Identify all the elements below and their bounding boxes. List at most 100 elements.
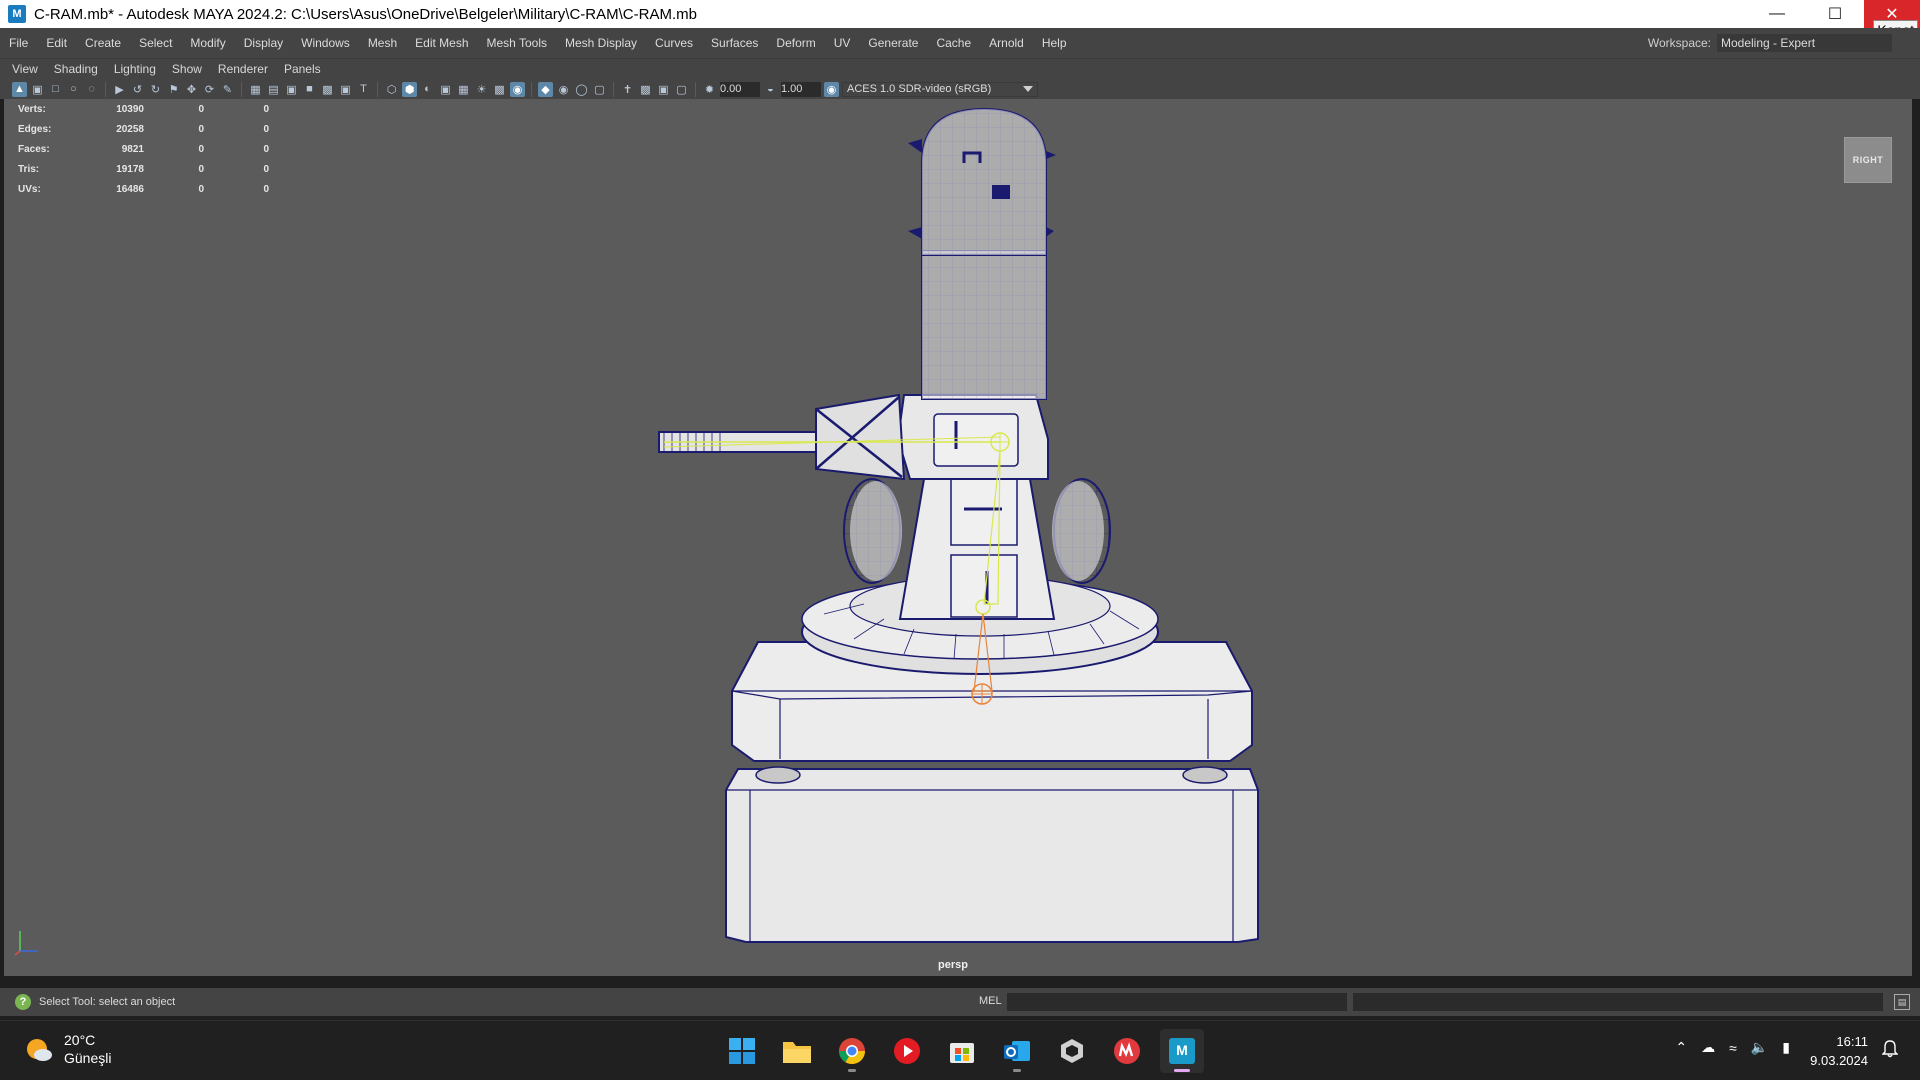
menu-select[interactable]: Select [130,36,181,50]
rotate-tool-icon[interactable]: ⟳ [202,82,217,97]
minimize-button[interactable]: — [1748,0,1806,28]
depth-of-field-icon[interactable]: ▣ [656,82,671,97]
grease-pencil-icon[interactable]: ▶ [112,82,127,97]
shadows-icon[interactable]: ▩ [492,82,507,97]
panel-menu-show[interactable]: Show [164,62,210,76]
multisample-icon[interactable]: ▩ [638,82,653,97]
gamma-field[interactable] [781,81,821,97]
ambient-occlusion-icon[interactable]: ◉ [510,81,525,97]
chevron-up-icon[interactable]: ⌃ [1675,1039,1687,1056]
taskbar-unity[interactable] [1050,1029,1094,1073]
menu-mesh[interactable]: Mesh [359,36,406,50]
menu-cache[interactable]: Cache [927,36,980,50]
title-bar: M C-RAM.mb* - Autodesk MAYA 2024.2: C:\U… [0,0,1920,40]
color-management-icon[interactable]: ◉ [824,81,839,97]
camera-attributes-icon[interactable]: ▣ [30,82,45,97]
use-all-lights-icon[interactable]: ☀ [474,82,489,97]
textured-icon[interactable]: ▦ [456,82,471,97]
panel-menu-view[interactable]: View [4,62,46,76]
motion-blur-icon[interactable]: ▢ [674,82,689,97]
isolate-select-icon[interactable]: ◆ [538,81,553,97]
film-gate-icon[interactable]: ▤ [266,82,281,97]
pencil-icon[interactable]: ✎ [220,82,235,97]
menu-help[interactable]: Help [1033,36,1076,50]
menu-surfaces[interactable]: Surfaces [702,36,767,50]
panel-menu-shading[interactable]: Shading [46,62,106,76]
taskbar-store[interactable] [940,1029,984,1073]
viewport-persp[interactable]: Verts: 10390 0 0 Edges: 20258 0 0 Faces:… [4,99,1912,976]
wireframe-icon[interactable]: ⬡ [384,82,399,97]
menu-uv[interactable]: UV [825,36,860,50]
menu-create[interactable]: Create [76,36,130,50]
menu-windows[interactable]: Windows [292,36,359,50]
bookmark-flag-icon[interactable]: ⚑ [166,82,181,97]
taskbar-meetup[interactable] [1105,1029,1149,1073]
taskbar-maya[interactable]: M [1160,1029,1204,1073]
volume-icon[interactable]: 🔈 [1751,1039,1768,1056]
wifi-icon[interactable]: ≈ [1729,1040,1737,1056]
gun-housing[interactable] [896,394,1049,480]
xray-active-icon[interactable]: ▢ [592,82,607,97]
workspace-dropdown[interactable]: Modeling - Expert [1717,34,1892,52]
radar-dome[interactable] [908,107,1056,400]
exposure-field[interactable] [720,81,760,97]
base-lower[interactable] [725,768,1259,943]
store-icon [950,1043,974,1063]
menu-edit-mesh[interactable]: Edit Mesh [406,36,477,50]
clock-date: 9.03.2024 [1810,1053,1868,1068]
select-by-hierarchy-icon[interactable]: ✝ [620,82,635,97]
field-chart-icon[interactable]: ▩ [320,82,335,97]
2d-pan-zoom-icon[interactable]: ◌ [84,82,99,97]
menu-edit[interactable]: Edit [37,36,76,50]
maya-app-icon[interactable]: M [8,5,26,23]
menu-mesh-display[interactable]: Mesh Display [556,36,646,50]
menu-file[interactable]: File [0,36,37,50]
xray-joints-icon[interactable]: ◯ [574,82,589,97]
menu-curves[interactable]: Curves [646,36,702,50]
gun-barrel[interactable] [658,393,906,481]
panel-menu-lighting[interactable]: Lighting [106,62,164,76]
taskbar-chrome[interactable] [830,1029,874,1073]
start-button[interactable] [720,1029,764,1073]
menu-modify[interactable]: Modify [181,36,234,50]
taskbar-media-player[interactable] [885,1029,929,1073]
resolution-gate-icon[interactable]: ▣ [284,82,299,97]
script-editor-icon[interactable]: ▤ [1894,994,1910,1010]
svg-text:M: M [1176,1042,1188,1058]
smooth-shade-icon[interactable]: ⬢ [402,81,417,97]
panel-menu-renderer[interactable]: Renderer [210,62,276,76]
menu-display[interactable]: Display [235,36,292,50]
mel-command-input[interactable] [1007,993,1347,1011]
color-space-dropdown[interactable]: ACES 1.0 SDR-video (sRGB) [842,81,1038,97]
safe-action-icon[interactable]: ▣ [338,82,353,97]
notification-bell-icon[interactable] [1881,1040,1899,1061]
grid-icon[interactable]: ▦ [248,82,263,97]
undo-view-icon[interactable]: ↺ [130,82,145,97]
mel-toggle[interactable]: MEL [979,995,1002,1007]
wireframe-on-shaded-icon[interactable]: ▣ [438,82,453,97]
menu-generate[interactable]: Generate [859,36,927,50]
move-tool-icon[interactable]: ✥ [184,82,199,97]
onedrive-cloud-icon[interactable]: ☁ [1701,1039,1715,1056]
xray-icon[interactable]: ◉ [556,82,571,97]
taskbar-file-explorer[interactable] [775,1029,819,1073]
menu-mesh-tools[interactable]: Mesh Tools [478,36,556,50]
maximize-button[interactable]: ☐ [1806,0,1864,28]
menu-deform[interactable]: Deform [767,36,824,50]
select-camera-icon[interactable]: ▲ [12,81,27,97]
use-default-material-icon[interactable]: ◐ [420,82,435,97]
gamma-icon[interactable]: ◒ [763,82,778,97]
bookmarks-icon[interactable]: □ [48,82,63,97]
taskbar-outlook[interactable] [995,1029,1039,1073]
panel-menu-panels[interactable]: Panels [276,62,329,76]
system-clock[interactable]: 16:11 9.03.2024 [1810,1032,1868,1070]
menu-arnold[interactable]: Arnold [980,36,1033,50]
image-plane-icon[interactable]: ○ [66,82,81,97]
gate-mask-icon[interactable]: ■ [302,82,317,97]
cram-model[interactable] [4,99,1912,976]
redo-view-icon[interactable]: ↻ [148,82,163,97]
battery-icon[interactable]: ▮ [1782,1039,1790,1056]
weather-widget[interactable]: 20°C Güneşli [24,1031,111,1067]
safe-title-icon[interactable]: T [356,82,371,97]
exposure-icon[interactable]: ✹ [702,82,717,97]
